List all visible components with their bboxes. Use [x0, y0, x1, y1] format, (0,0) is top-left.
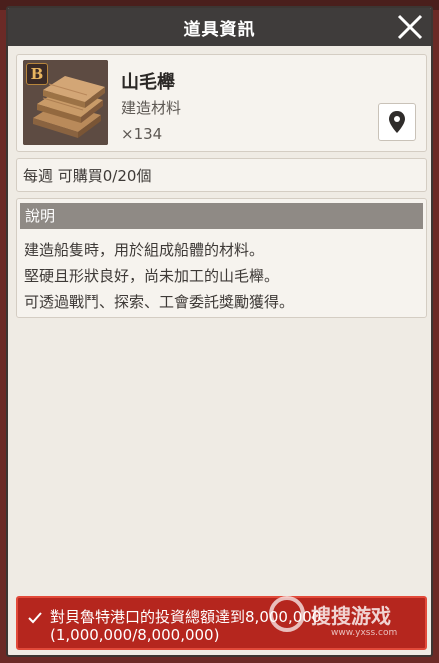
item-count: ×134: [121, 125, 163, 143]
item-type: 建造材料: [121, 99, 182, 117]
watermark-text: 搜搜游戏: [311, 604, 391, 628]
description-line: 建造船隻時，用於組成船體的材料。: [24, 241, 265, 259]
description-text: 建造船隻時，用於組成船體的材料。 堅硬且形狀良好，尚未加工的山毛櫸。 可透過戰鬥…: [24, 237, 294, 315]
description-panel: 說明 建造船隻時，用於組成船體的材料。 堅硬且形狀良好，尚未加工的山毛櫸。 可透…: [16, 198, 427, 318]
close-button[interactable]: [395, 12, 425, 42]
weekly-limit-text: 每週 可購買0/20個: [23, 166, 152, 185]
map-pin-icon: [389, 111, 405, 133]
description-line: 可透過戰鬥、探索、工會委託獎勵獲得。: [24, 293, 295, 311]
item-card: B 山毛櫸 建造材料 ×134: [16, 54, 427, 152]
description-line: 堅硬且形狀良好，尚未加工的山毛櫸。: [24, 267, 280, 285]
grade-badge: B: [26, 63, 48, 85]
watermark-url: www.yxss.com: [331, 628, 398, 638]
title-bar: 道具資訊: [8, 8, 431, 46]
item-name: 山毛櫸: [121, 72, 175, 93]
locate-button[interactable]: [378, 103, 416, 141]
item-info-dialog: 道具資訊 B 山毛櫸 建造材料 ×134 每週 可購買0/20個 說明 建造船隻…: [6, 6, 433, 657]
check-icon: [28, 612, 42, 624]
requirement-progress: (1,000,000/8,000,000): [50, 626, 220, 644]
close-icon: [397, 14, 423, 40]
requirement-text: 對貝魯特港口的投資總額達到8,000,000: [50, 608, 322, 626]
weekly-purchase-limit: 每週 可購買0/20個: [16, 158, 427, 192]
dialog-title: 道具資訊: [183, 19, 256, 40]
requirement-banner: 對貝魯特港口的投資總額達到8,000,000 (1,000,000/8,000,…: [16, 596, 427, 650]
description-header: 說明: [20, 203, 423, 229]
item-thumbnail: B: [23, 60, 108, 145]
